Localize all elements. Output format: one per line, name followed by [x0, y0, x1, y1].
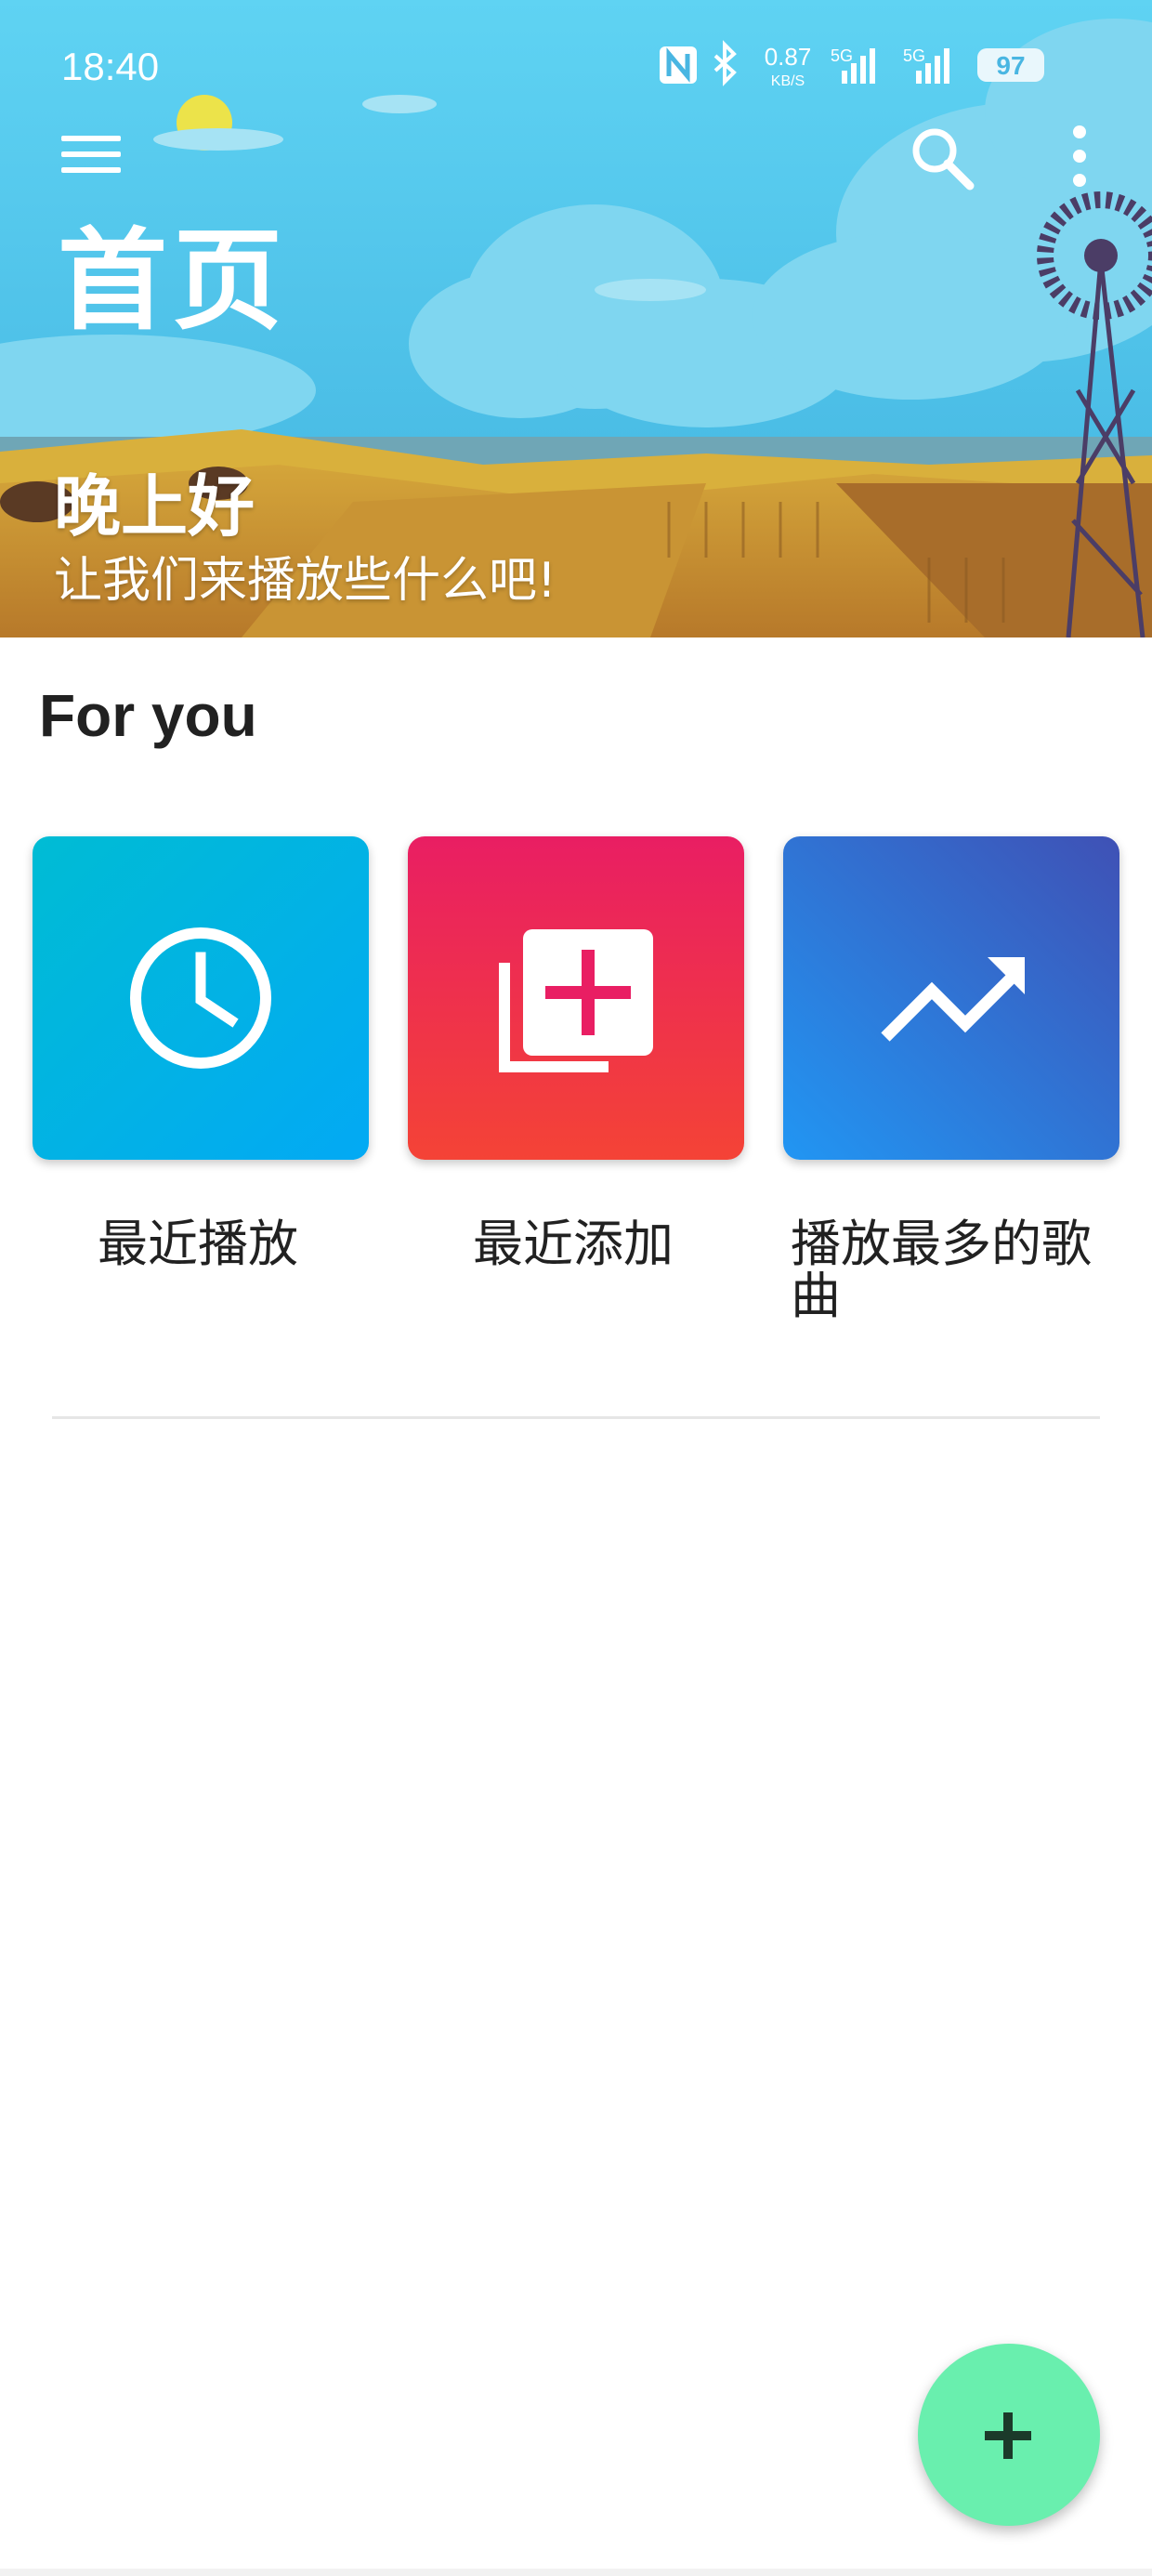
net-speed: 0.87: [765, 43, 812, 71]
search-icon: [912, 128, 975, 191]
more-options-button[interactable]: [1035, 112, 1124, 201]
menu-icon: [61, 136, 121, 173]
add-icon: [985, 2412, 1031, 2459]
net-speed-unit: KB/S: [771, 73, 805, 89]
nfc-icon: [660, 46, 697, 84]
page-title: 首页: [58, 217, 289, 345]
library-add-icon: [499, 929, 653, 1072]
most-played-label-line1: 播放最多的歌: [791, 1215, 1092, 1273]
signal-icon: 5G: [831, 46, 875, 84]
recently-added-card[interactable]: [408, 836, 744, 1160]
section-title-for-you: For you: [39, 682, 257, 749]
status-icons: 0.87 KB/S 5G 5G 97: [632, 37, 1152, 102]
add-fab-button[interactable]: [918, 2344, 1100, 2526]
signal-icon-2: 5G: [903, 46, 949, 84]
search-button[interactable]: [897, 112, 987, 201]
recently-added-label: 最近添加: [473, 1215, 674, 1273]
section-divider: [52, 1416, 1100, 1419]
menu-button[interactable]: [46, 110, 136, 199]
more-vert-icon: [1073, 125, 1086, 187]
most-played-card[interactable]: [783, 836, 1119, 1160]
signal-1-label: 5G: [831, 46, 853, 65]
bluetooth-icon: [713, 40, 737, 86]
bottom-edge: [0, 2569, 1152, 2576]
greeting-text: 晚上好: [54, 467, 255, 545]
battery-level: 97: [996, 51, 1025, 80]
status-time: 18:40: [61, 45, 160, 88]
header-banner: 18:40 0.87 KB/S 5G 5G 97 首页 晚上好 让我们来播放些什…: [0, 0, 1152, 637]
signal-2-label: 5G: [903, 46, 925, 65]
greeting-subtitle: 让我们来播放些什么吧!: [54, 553, 556, 609]
battery-icon: 97: [977, 48, 1044, 82]
status-bar: 18:40 0.87 KB/S 5G 5G 97: [0, 0, 1152, 112]
recently-played-card[interactable]: [33, 836, 369, 1160]
recently-played-label: 最近播放: [98, 1215, 298, 1273]
most-played-label-line2: 曲: [791, 1267, 841, 1325]
